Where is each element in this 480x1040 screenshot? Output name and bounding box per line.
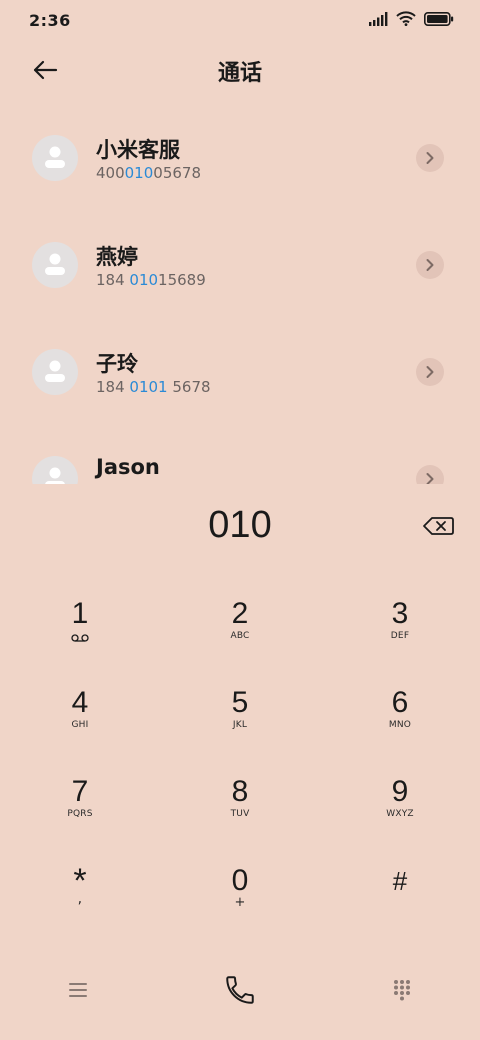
chevron-right-icon	[426, 259, 434, 271]
person-icon	[45, 360, 65, 382]
key-1[interactable]: 1	[20, 596, 140, 676]
status-time: 2:36	[29, 11, 71, 30]
voicemail-icon	[71, 632, 89, 644]
key-0[interactable]: 0 +	[180, 863, 300, 943]
contact-detail-button[interactable]	[416, 358, 444, 386]
avatar	[32, 456, 78, 484]
page-title: 通话	[217, 61, 262, 86]
contact-list: 小米客服 40001005678 燕婷 184 01015689 子玲 184 …	[0, 104, 480, 484]
avatar	[32, 242, 78, 288]
key-4[interactable]: 4 GHI	[20, 685, 140, 765]
avatar	[32, 349, 78, 395]
contact-detail-button[interactable]	[416, 144, 444, 172]
person-icon	[45, 253, 65, 275]
key-hash[interactable]: #	[340, 863, 460, 943]
keypad: 1 2 ABC 3 DEF 4 GHI 5 JKL 6 MNO 7 PQRS 8…	[0, 570, 480, 930]
chevron-right-icon	[426, 366, 434, 378]
contact-detail-button[interactable]	[416, 251, 444, 279]
contact-detail-button[interactable]	[416, 465, 444, 484]
key-star[interactable]: * ,	[20, 862, 140, 943]
person-icon	[45, 467, 65, 484]
avatar	[32, 135, 78, 181]
contact-name: 燕婷	[96, 245, 138, 269]
contact-number: 184 01015689	[96, 271, 206, 289]
dialed-number: 010	[208, 504, 272, 546]
chevron-right-icon	[426, 473, 434, 484]
contact-row[interactable]: 子玲 184 0101 5678	[0, 318, 480, 425]
contact-row[interactable]: 小米客服 40001005678	[0, 104, 480, 211]
contact-number: 184 0101 5678	[96, 378, 211, 396]
key-3[interactable]: 3 DEF	[340, 596, 460, 676]
bottom-bar	[0, 960, 480, 1020]
key-9[interactable]: 9 WXYZ	[340, 774, 460, 854]
contact-name: 小米客服	[96, 138, 180, 162]
dial-display: 010	[0, 500, 480, 560]
key-8[interactable]: 8 TUV	[180, 774, 300, 854]
status-bar: 2:36	[0, 0, 480, 40]
status-icons	[369, 11, 454, 30]
battery-icon	[424, 11, 454, 30]
dialpad-toggle-button[interactable]	[380, 968, 424, 1012]
key-6[interactable]: 6 MNO	[340, 685, 460, 765]
person-icon	[45, 146, 65, 168]
contact-number: 40001005678	[96, 164, 201, 182]
backspace-button[interactable]	[420, 512, 456, 540]
contact-row[interactable]: Jason	[0, 425, 480, 484]
contact-row[interactable]: 燕婷 184 01015689	[0, 211, 480, 318]
menu-icon	[69, 983, 87, 997]
key-5[interactable]: 5 JKL	[180, 685, 300, 765]
signal-icon	[369, 11, 388, 30]
key-2[interactable]: 2 ABC	[180, 596, 300, 676]
call-button[interactable]	[218, 968, 262, 1012]
wifi-icon	[396, 11, 416, 30]
dialpad-icon	[394, 980, 410, 1001]
dialer-screen: 2:36 通话 小米客服 40001005678 燕婷 184 01015689…	[0, 0, 480, 1040]
menu-button[interactable]	[56, 968, 100, 1012]
contact-name: 子玲	[96, 352, 138, 376]
phone-icon	[226, 976, 254, 1004]
header: 通话	[0, 45, 480, 95]
backspace-icon	[423, 517, 454, 535]
key-7[interactable]: 7 PQRS	[20, 774, 140, 854]
chevron-right-icon	[426, 152, 434, 164]
contact-name: Jason	[96, 455, 160, 479]
